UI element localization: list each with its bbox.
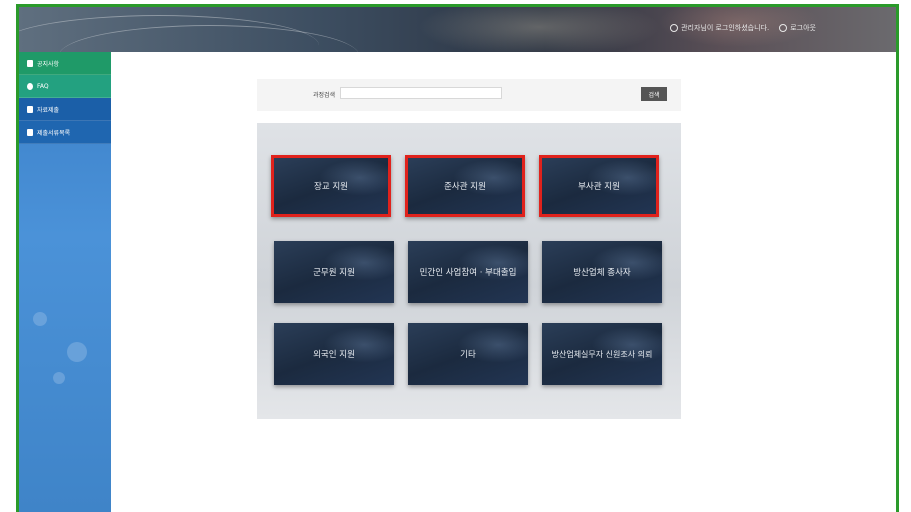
molecule-decoration [33,312,47,326]
search-label: 과정검색 [313,92,336,99]
molecule-decoration [67,342,87,362]
header-banner: 관리자님이 로그인하셨습니다. 로그아웃 [19,7,896,52]
sidebar-item-label: 공지사항 [37,60,60,68]
search-panel: 과정검색 검색 [257,79,681,111]
logout-icon [779,24,788,32]
tile-civilian-access[interactable]: 민간인 사업참여 · 부대출입 [408,241,528,303]
search-button[interactable]: 검색 [641,87,667,101]
lock-icon [27,105,33,113]
logout-button[interactable]: 로그아웃 [779,23,816,33]
molecule-decoration [53,372,65,384]
tile-defense-industry-worker[interactable]: 방산업체 종사자 [542,241,662,303]
sidebar-item-documents[interactable]: 제출서류목록 [19,121,111,144]
login-status: 관리자님이 로그인하셨습니다. [670,23,769,33]
sidebar-item-submit[interactable]: 자료제출 [19,98,111,121]
header-user-area: 관리자님이 로그인하셨습니다. 로그아웃 [670,23,816,33]
sidebar-item-label: FAQ [37,82,49,90]
microphone-icon [27,59,33,67]
tile-officer[interactable]: 장교 지원 [271,155,391,217]
sidebar-item-label: 자료제출 [37,106,60,114]
sidebar-item-faq[interactable]: FAQ [19,75,111,98]
tile-nco[interactable]: 부사관 지원 [539,155,659,217]
tile-civil-servant[interactable]: 군무원 지원 [274,241,394,303]
tile-warrant-officer[interactable]: 준사관 지원 [405,155,525,217]
sidebar-item-notice[interactable]: 공지사항 [19,52,111,75]
search-input[interactable] [340,87,502,99]
tile-foreigner[interactable]: 외국인 지원 [274,323,394,385]
user-icon [670,24,679,32]
tile-background-check[interactable]: 방산업체실무자 신원조사 의뢰 [542,323,662,385]
screenshot-frame: 관리자님이 로그인하셨습니다. 로그아웃 공지사항 FAQ 자료제출 제출서류목… [16,4,899,512]
logout-label: 로그아웃 [790,24,816,32]
chat-bubble-icon [27,82,33,90]
tile-other[interactable]: 기타 [408,323,528,385]
document-icon [27,128,33,136]
sidebar: 공지사항 FAQ 자료제출 제출서류목록 [19,52,111,512]
category-tiles-panel: 장교 지원 준사관 지원 부사관 지원 군무원 지원 민간인 사업참여 · 부대… [257,123,681,419]
login-status-text: 관리자님이 로그인하셨습니다. [681,24,770,32]
sidebar-item-label: 제출서류목록 [37,129,71,137]
